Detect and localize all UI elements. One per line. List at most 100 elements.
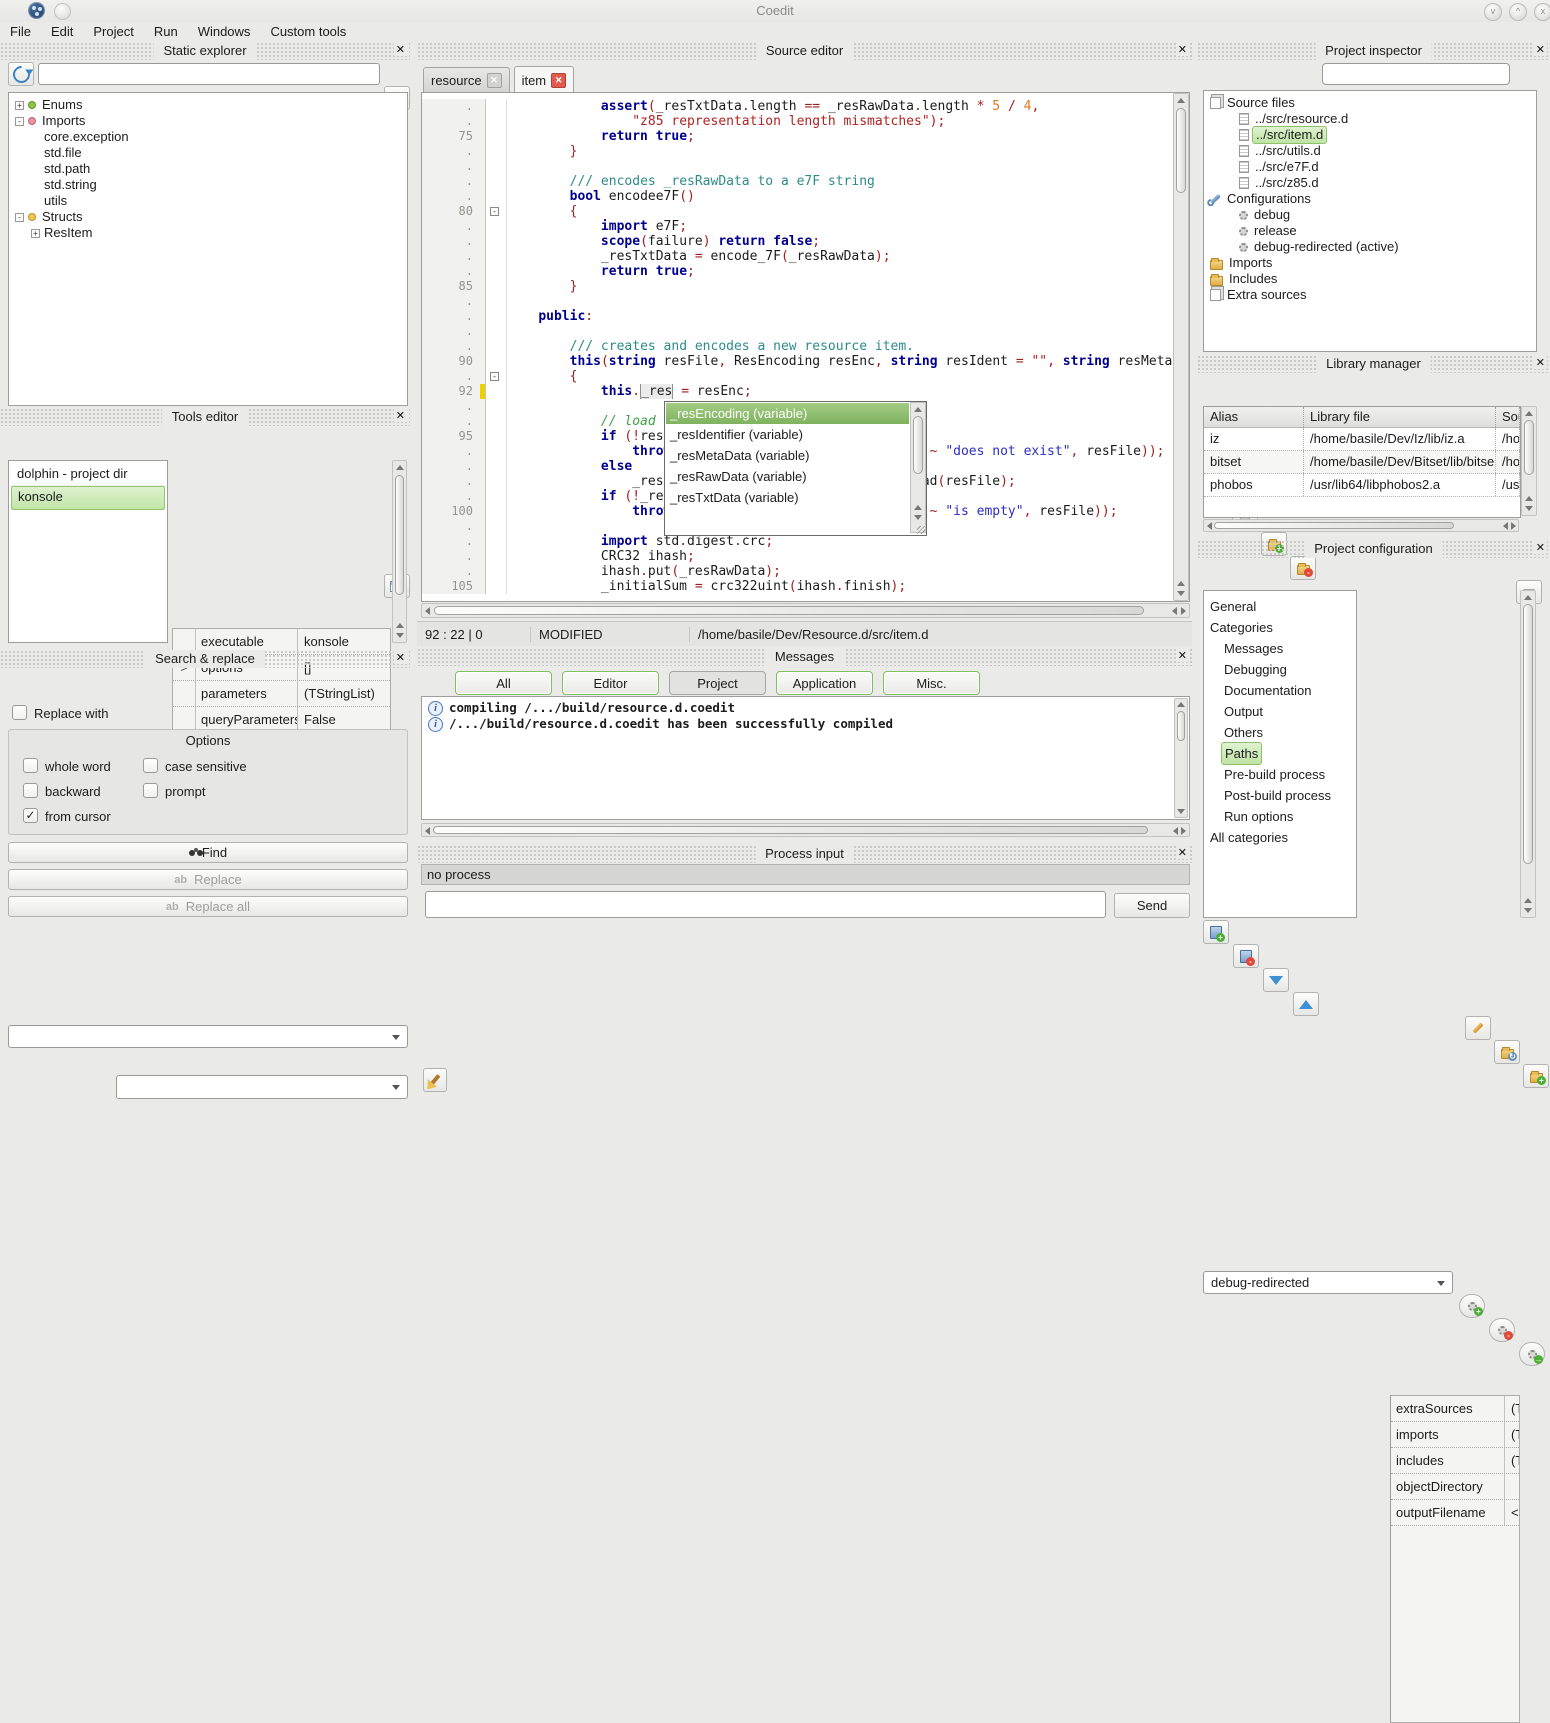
line-number[interactable]: . [422, 519, 486, 534]
inspector-filter-input[interactable] [1322, 63, 1510, 85]
completion-item[interactable]: _resIdentifier (variable) [666, 424, 909, 445]
config-clone-button[interactable]: → [1519, 1342, 1545, 1366]
fold-margin[interactable] [486, 189, 507, 204]
menu-edit[interactable]: Edit [41, 22, 83, 41]
line-number[interactable]: . [422, 99, 486, 114]
resize-grip[interactable] [917, 526, 925, 534]
fold-margin[interactable] [486, 474, 507, 489]
search-input[interactable] [8, 1025, 408, 1048]
config-category[interactable]: Others [1210, 722, 1356, 743]
editor-vscrollbar[interactable] [1173, 93, 1189, 601]
config-category[interactable]: All categories [1210, 827, 1356, 848]
code-line[interactable]: . public: [422, 309, 1172, 324]
replace-with-checkbox[interactable] [12, 705, 27, 720]
symbol-tree-item[interactable]: std.file [15, 145, 407, 161]
code-line[interactable]: . return true; [422, 264, 1172, 279]
tools-list-item[interactable]: dolphin - project dir [11, 463, 165, 486]
expander-icon[interactable]: + [15, 101, 24, 110]
menu-project[interactable]: Project [83, 22, 143, 41]
column-header-alias[interactable]: Alias [1204, 407, 1304, 427]
symbol-tree-item[interactable]: std.string [15, 177, 407, 193]
library-hscrollbar[interactable] [1203, 519, 1519, 532]
property-value[interactable] [1505, 1474, 1519, 1499]
filter-all[interactable]: All [455, 671, 552, 695]
tab-item[interactable]: item✕ [514, 66, 575, 93]
menu-file[interactable]: File [0, 22, 41, 41]
inspector-tree-item[interactable]: Includes [1210, 271, 1536, 287]
checkbox-prompt[interactable] [143, 783, 158, 798]
property-value[interactable]: (T [1505, 1422, 1519, 1447]
config-vscrollbar[interactable] [1520, 590, 1536, 918]
config-select[interactable]: debug-redirected [1203, 1271, 1453, 1294]
close-icon[interactable]: ✕ [1534, 356, 1547, 369]
filter-application[interactable]: Application [776, 671, 873, 695]
fold-margin[interactable] [486, 144, 507, 159]
code-line[interactable]: . [422, 159, 1172, 174]
tab-close-icon[interactable]: ✕ [551, 73, 566, 88]
fold-margin[interactable] [486, 414, 507, 429]
line-number[interactable]: . [422, 489, 486, 504]
config-category[interactable]: Output [1210, 701, 1356, 722]
symbol-tree-item[interactable]: utils [15, 193, 407, 209]
process-input-field[interactable] [425, 891, 1106, 918]
fold-margin[interactable] [486, 309, 507, 324]
library-move-down-button[interactable] [1263, 968, 1289, 992]
line-number[interactable]: . [422, 174, 486, 189]
completion-item[interactable]: _resEncoding (variable) [666, 403, 909, 424]
folder-remove-button[interactable]: - [1290, 556, 1316, 580]
inspector-tree-item[interactable]: debug-redirected (active) [1210, 239, 1536, 255]
property-value[interactable]: <C [1505, 1500, 1519, 1525]
line-number[interactable]: . [422, 339, 486, 354]
expander-icon[interactable]: + [31, 229, 40, 238]
fold-margin[interactable] [486, 354, 507, 369]
completion-item[interactable]: _resRawData (variable) [666, 466, 909, 487]
close-icon[interactable]: ✕ [394, 43, 407, 56]
config-category[interactable]: Pre-build process [1210, 764, 1356, 785]
code-line[interactable]: . ihash.put(_resRawData); [422, 564, 1172, 579]
inspector-tree-item[interactable]: release [1210, 223, 1536, 239]
menu-custom-tools[interactable]: Custom tools [260, 22, 356, 41]
filter-editor[interactable]: Editor [562, 671, 659, 695]
completion-scrollbar[interactable] [910, 402, 926, 533]
inspector-tree-item[interactable]: ../src/z85.d [1210, 175, 1536, 191]
line-number[interactable]: . [422, 309, 486, 324]
line-number[interactable]: . [422, 189, 486, 204]
expander-icon[interactable]: - [15, 117, 24, 126]
symbol-tree-item[interactable]: +ResItem [15, 225, 407, 241]
fold-margin[interactable] [486, 174, 507, 189]
fold-margin[interactable] [486, 549, 507, 564]
line-number[interactable]: . [422, 414, 486, 429]
line-number[interactable]: . [422, 474, 486, 489]
line-number[interactable]: . [422, 459, 486, 474]
code-editor[interactable]: . assert(_resTxtData.length == _resRawDa… [421, 92, 1190, 602]
symbol-filter-input[interactable] [38, 63, 380, 85]
property-value[interactable]: (T [1505, 1396, 1519, 1421]
line-number[interactable]: . [422, 144, 486, 159]
line-number[interactable]: 80 [422, 204, 486, 219]
expander-icon[interactable]: - [15, 213, 24, 222]
maximize-button[interactable]: ^ [1509, 3, 1527, 21]
line-number[interactable]: 100 [422, 504, 486, 519]
code-line[interactable]: . [422, 294, 1172, 309]
tab-resource[interactable]: resource✕ [423, 67, 510, 92]
property-row[interactable]: imports(T [1391, 1422, 1519, 1448]
line-number[interactable]: . [422, 369, 486, 384]
config-category[interactable]: Documentation [1210, 680, 1356, 701]
fold-margin[interactable] [486, 129, 507, 144]
library-edit-button[interactable] [1465, 1016, 1491, 1040]
checkbox-backward[interactable] [23, 783, 38, 798]
line-number[interactable]: 95 [422, 429, 486, 444]
code-line[interactable]: . _resTxtData = encode_7F(_resRawData); [422, 249, 1172, 264]
line-number[interactable]: . [422, 294, 486, 309]
line-number[interactable]: 92 [422, 384, 486, 399]
line-number[interactable]: . [422, 564, 486, 579]
config-category[interactable]: Messages [1210, 638, 1356, 659]
line-number[interactable]: . [422, 234, 486, 249]
fold-margin[interactable] [486, 444, 507, 459]
inspector-tree-item[interactable]: Configurations [1210, 191, 1536, 207]
library-remove-button[interactable]: - [1233, 944, 1259, 968]
fold-margin[interactable] [486, 234, 507, 249]
code-line[interactable]: . CRC32 ihash; [422, 549, 1172, 564]
fold-margin[interactable] [486, 219, 507, 234]
fold-margin[interactable] [486, 564, 507, 579]
